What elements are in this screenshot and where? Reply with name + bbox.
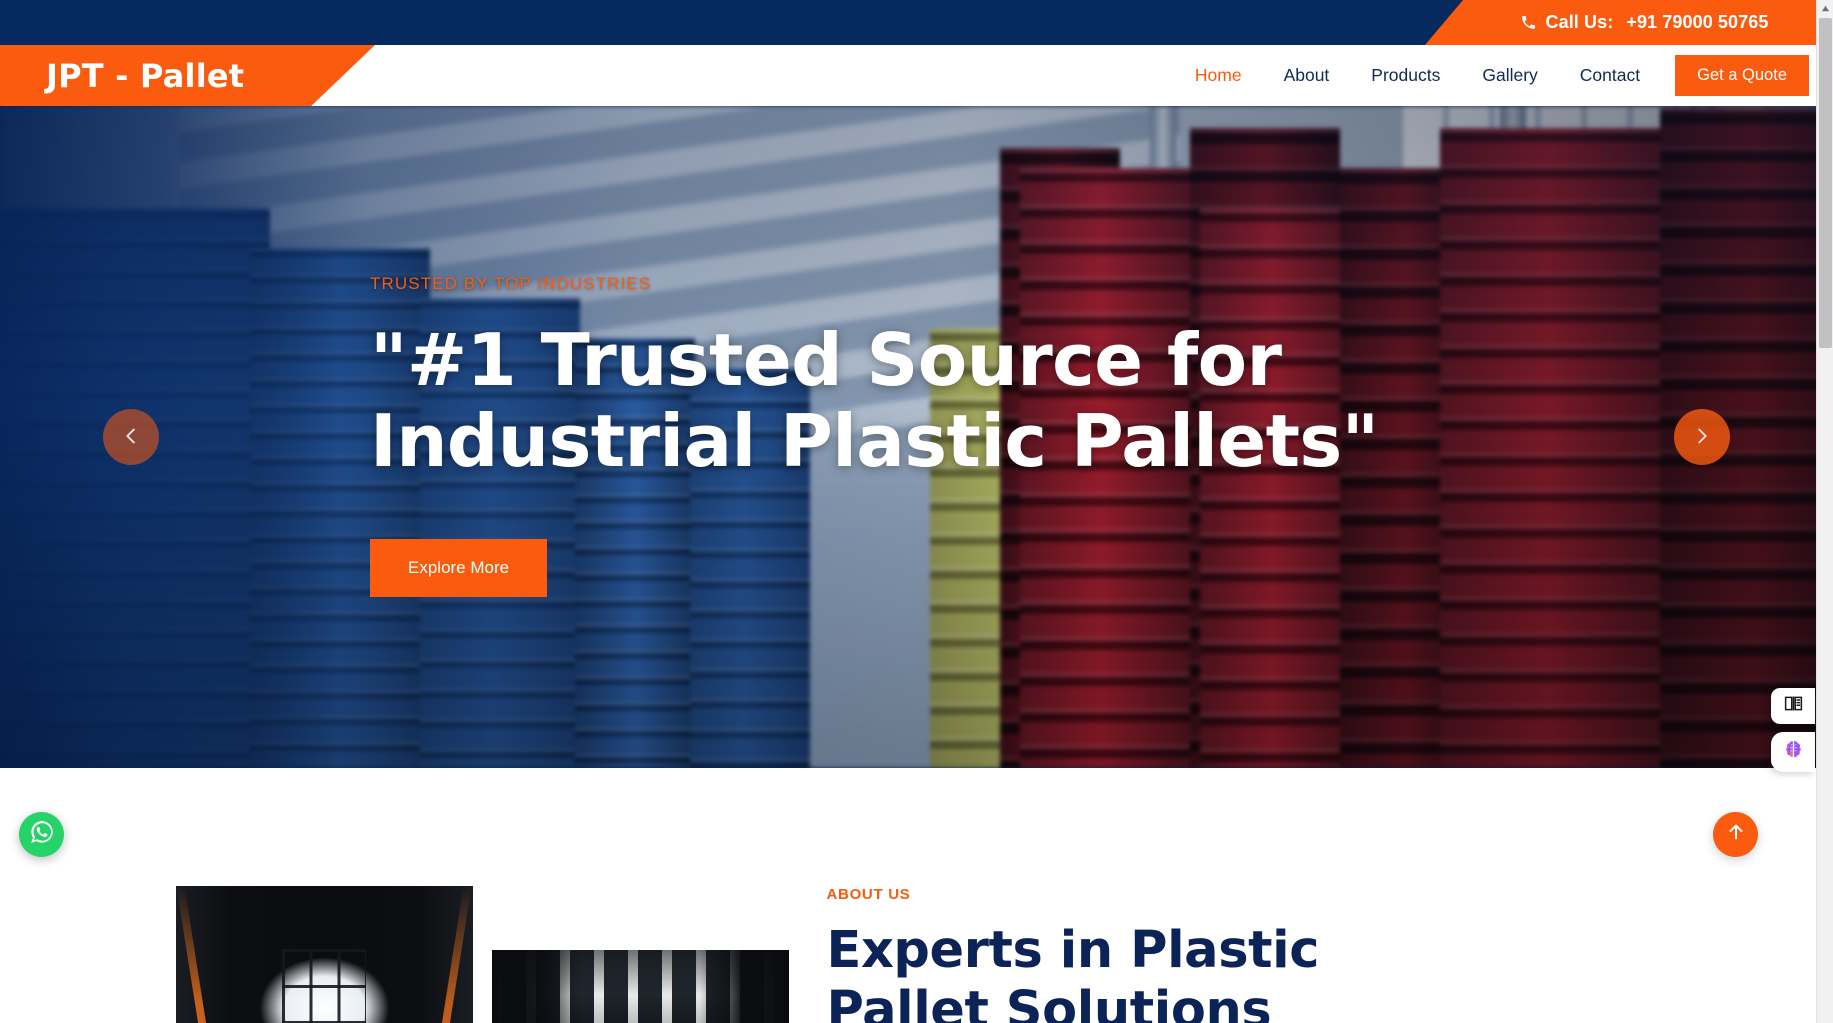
about-image-group xyxy=(137,886,817,1023)
whatsapp-button[interactable] xyxy=(19,812,64,857)
hero-carousel: TRUSTED BY TOP INDUSTRIES "#1 Trusted So… xyxy=(0,106,1833,768)
phone-number[interactable]: +91 79000 50765 xyxy=(1626,12,1768,33)
call-us-group: Call Us: +91 79000 50765 xyxy=(1520,12,1769,33)
nav-item-gallery[interactable]: Gallery xyxy=(1461,65,1558,86)
ai-assistant-widget-button[interactable] xyxy=(1771,732,1815,772)
site-logo[interactable]: JPT - Pallet xyxy=(46,57,244,95)
hero-title: "#1 Trusted Source for Industrial Plasti… xyxy=(370,318,1379,484)
main-navigation: Home About Products Gallery Contact Get … xyxy=(1174,45,1809,106)
whatsapp-icon xyxy=(29,819,55,850)
scrollbar-thumb[interactable] xyxy=(1819,18,1832,348)
about-image-primary xyxy=(175,886,473,1023)
carousel-prev-button[interactable] xyxy=(103,409,159,465)
about-text-block: ABOUT US Experts in Plastic Pallet Solut… xyxy=(817,886,1447,1023)
top-bar: Call Us: +91 79000 50765 xyxy=(0,0,1833,45)
reader-widget-button[interactable] xyxy=(1771,688,1815,724)
phone-icon xyxy=(1520,14,1537,31)
side-widget-group xyxy=(1771,688,1815,772)
chevron-left-icon xyxy=(120,425,142,450)
about-section: ABOUT US Experts in Plastic Pallet Solut… xyxy=(0,768,1833,1023)
nav-item-about[interactable]: About xyxy=(1263,65,1351,86)
call-us-banner[interactable]: Call Us: +91 79000 50765 xyxy=(1425,0,1833,45)
about-eyebrow: ABOUT US xyxy=(826,886,911,903)
page-scrollbar[interactable] xyxy=(1816,0,1833,1023)
arrow-up-icon xyxy=(1725,821,1747,848)
nav-item-contact[interactable]: Contact xyxy=(1559,65,1661,86)
chevron-right-icon xyxy=(1691,425,1713,450)
page-root: Call Us: +91 79000 50765 JPT - Pallet Ho… xyxy=(0,0,1833,1023)
nav-item-home[interactable]: Home xyxy=(1174,65,1263,86)
carousel-next-button[interactable] xyxy=(1674,409,1730,465)
about-image-secondary xyxy=(491,950,789,1023)
site-header: JPT - Pallet Home About Products Gallery… xyxy=(0,45,1833,106)
logo-container[interactable]: JPT - Pallet xyxy=(0,45,375,106)
hero-eyebrow: TRUSTED BY TOP INDUSTRIES xyxy=(370,274,652,293)
book-icon xyxy=(1783,693,1804,719)
call-us-label: Call Us: xyxy=(1545,12,1614,32)
hero-content: TRUSTED BY TOP INDUSTRIES "#1 Trusted So… xyxy=(370,274,1430,597)
get-a-quote-button[interactable]: Get a Quote xyxy=(1675,55,1809,96)
brain-icon xyxy=(1782,738,1805,766)
scroll-to-top-button[interactable] xyxy=(1713,812,1758,857)
explore-more-button[interactable]: Explore More xyxy=(370,538,548,597)
nav-item-products[interactable]: Products xyxy=(1350,65,1461,86)
about-heading: Experts in Plastic Pallet Solutions xyxy=(826,921,1320,1023)
scrollbar-up-arrow[interactable] xyxy=(1817,0,1833,17)
